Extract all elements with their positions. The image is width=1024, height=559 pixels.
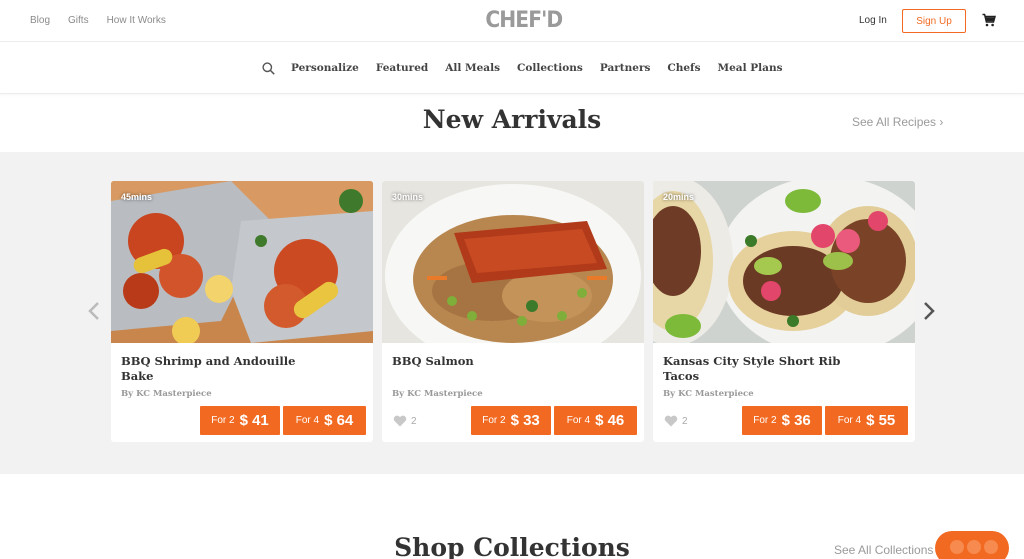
add-for-4-button[interactable]: For 4 $ 46 xyxy=(554,406,637,435)
heart-icon[interactable] xyxy=(664,415,678,427)
likes[interactable]: 2 xyxy=(664,415,688,427)
chevron-right-icon[interactable] xyxy=(922,301,936,321)
nav-items: Personalize Featured All Meals Collectio… xyxy=(291,62,782,74)
how-it-works-link[interactable]: How It Works xyxy=(107,15,166,26)
logo[interactable]: CHEF'D xyxy=(485,8,563,33)
likes-count: 2 xyxy=(682,415,688,427)
recipe-photo-tacos[interactable]: 20mins xyxy=(653,181,915,343)
gifts-link[interactable]: Gifts xyxy=(68,15,89,26)
blog-link[interactable]: Blog xyxy=(30,15,50,26)
nav-item-chefs[interactable]: Chefs xyxy=(667,62,700,74)
top-links: Blog Gifts How It Works xyxy=(30,15,166,26)
recipe-card[interactable]: 20mins Kansas City Style Short Rib Tacos… xyxy=(653,181,915,442)
recipe-name[interactable]: BBQ Shrimp and Andouille Bake xyxy=(121,354,311,384)
cook-time: 20mins xyxy=(663,192,695,202)
likes-count: 2 xyxy=(411,415,417,427)
price-for-2: $ 41 xyxy=(239,412,269,429)
add-for-2-button[interactable]: For 2 $ 33 xyxy=(471,406,551,435)
see-all-recipes-link[interactable]: See All Recipes › xyxy=(852,115,943,129)
price-for-2: $ 33 xyxy=(510,412,540,429)
top-bar: Blog Gifts How It Works CHEF'D Log In Si… xyxy=(0,0,1024,42)
signup-button[interactable]: Sign Up xyxy=(902,9,966,33)
price-for-2: $ 36 xyxy=(781,412,811,429)
add-for-4-button[interactable]: For 4 $ 64 xyxy=(283,406,366,435)
recipe-name[interactable]: BBQ Salmon xyxy=(392,354,582,369)
chat-bubble-icon[interactable] xyxy=(950,540,998,554)
main-nav: Personalize Featured All Meals Collectio… xyxy=(0,42,1024,94)
cook-time: 45mins xyxy=(121,192,153,202)
chevron-left-icon[interactable] xyxy=(87,301,101,321)
nav-item-personalize[interactable]: Personalize xyxy=(291,62,359,74)
search-icon[interactable] xyxy=(262,62,275,75)
price-for-2-label: For 2 xyxy=(753,415,777,426)
nav-item-all-meals[interactable]: All Meals xyxy=(445,62,500,74)
price-for-4-label: For 4 xyxy=(837,415,862,426)
price-for-2-label: For 2 xyxy=(211,415,235,426)
recipe-photo-shrimp[interactable]: 45mins xyxy=(111,181,373,343)
nav-item-featured[interactable]: Featured xyxy=(376,62,428,74)
recipe-author: By KC Masterpiece xyxy=(392,389,483,399)
cart-icon[interactable] xyxy=(982,13,996,27)
see-all-collections-link[interactable]: See All Collections › xyxy=(834,543,941,557)
nav-item-meal-plans[interactable]: Meal Plans xyxy=(718,62,783,74)
add-for-4-button[interactable]: For 4 $ 55 xyxy=(825,406,908,435)
likes[interactable]: 2 xyxy=(393,415,417,427)
price-for-4: $ 46 xyxy=(595,412,625,429)
price-for-4: $ 55 xyxy=(866,412,896,429)
recipe-author: By KC Masterpiece xyxy=(121,389,212,399)
recipe-author: By KC Masterpiece xyxy=(663,389,754,399)
heart-icon[interactable] xyxy=(393,415,407,427)
recipe-photo-salmon[interactable]: 30mins xyxy=(382,181,644,343)
nav-item-partners[interactable]: Partners xyxy=(600,62,651,74)
nav-item-collections[interactable]: Collections xyxy=(517,62,583,74)
recipe-card[interactable]: 30mins BBQ Salmon By KC Masterpiece 2 Fo… xyxy=(382,181,644,442)
recipe-name[interactable]: Kansas City Style Short Rib Tacos xyxy=(663,354,853,384)
price-for-4-label: For 4 xyxy=(295,415,320,426)
add-for-2-button[interactable]: For 2 $ 36 xyxy=(742,406,822,435)
cook-time: 30mins xyxy=(392,192,424,202)
add-for-2-button[interactable]: For 2 $ 41 xyxy=(200,406,280,435)
price-for-4: $ 64 xyxy=(324,412,354,429)
price-for-2-label: For 2 xyxy=(482,415,506,426)
recipe-card[interactable]: 45mins BBQ Shrimp and Andouille Bake By … xyxy=(111,181,373,442)
price-for-4-label: For 4 xyxy=(566,415,591,426)
login-link[interactable]: Log In xyxy=(859,15,887,26)
